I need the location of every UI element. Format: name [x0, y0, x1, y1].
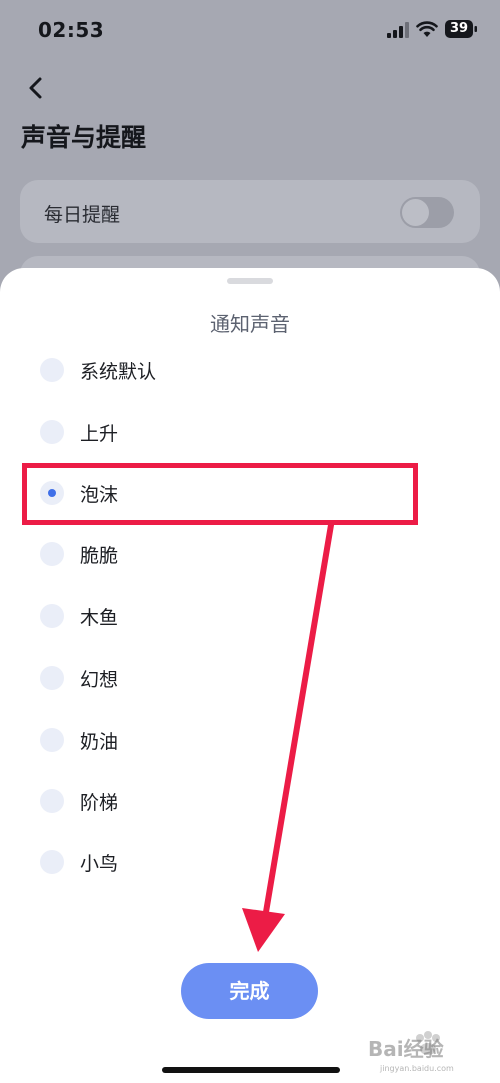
option-label: 阶梯: [80, 792, 119, 814]
sound-option-woodfish[interactable]: 木鱼: [20, 593, 480, 639]
radio-button[interactable]: [40, 358, 64, 382]
sound-option-fantasy[interactable]: 幻想: [20, 655, 480, 701]
wifi-icon: [416, 21, 438, 37]
sound-option-crisp[interactable]: 脆脆: [20, 531, 480, 577]
sound-option-rise[interactable]: 上升: [20, 409, 480, 455]
signal-icon: [387, 22, 409, 38]
option-label: 上升: [80, 423, 119, 445]
radio-button[interactable]: [40, 604, 64, 628]
radio-button[interactable]: [40, 789, 64, 813]
sound-option-bird[interactable]: 小鸟: [20, 839, 480, 885]
option-label: 木鱼: [80, 607, 119, 629]
status-bar: 02:53 39: [0, 0, 500, 64]
option-label: 小鸟: [80, 853, 119, 875]
option-label: 系统默认: [80, 361, 157, 383]
radio-button[interactable]: [40, 728, 64, 752]
daily-reminder-toggle[interactable]: [400, 197, 454, 228]
option-label: 脆脆: [80, 545, 119, 567]
highlight-box: [22, 463, 418, 525]
daily-reminder-label: 每日提醒: [44, 204, 121, 226]
sound-option-cream[interactable]: 奶油: [20, 717, 480, 763]
status-time: 02:53: [38, 18, 105, 42]
page-title: 声音与提醒: [21, 123, 147, 152]
radio-button[interactable]: [40, 666, 64, 690]
back-chevron-icon[interactable]: [24, 74, 48, 102]
screen: 02:53 39 声音与提醒 每日提醒 通知声音 系统默认 上升 泡沫 脆脆 木…: [0, 0, 500, 1083]
sound-option-steps[interactable]: 阶梯: [20, 778, 480, 824]
battery-level: 39: [449, 21, 469, 36]
sheet-title: 通知声音: [210, 312, 290, 336]
radio-button[interactable]: [40, 420, 64, 444]
notification-sound-sheet: 通知声音 系统默认 上升 泡沫 脆脆 木鱼 幻想 奶油 阶梯 小鸟 完成: [0, 268, 500, 1083]
sound-option-system-default[interactable]: 系统默认: [20, 347, 480, 393]
watermark-sub: jingyan.baidu.com: [380, 1064, 454, 1073]
radio-button[interactable]: [40, 542, 64, 566]
radio-button[interactable]: [40, 850, 64, 874]
sheet-grabber[interactable]: [227, 278, 273, 284]
done-button[interactable]: 完成: [181, 963, 318, 1019]
watermark-text: Bai经验: [368, 1037, 444, 1061]
home-indicator[interactable]: [162, 1067, 340, 1073]
daily-reminder-card: 每日提醒: [20, 180, 480, 243]
option-label: 幻想: [80, 669, 119, 691]
option-label: 奶油: [80, 731, 119, 753]
toggle-knob: [402, 199, 429, 226]
